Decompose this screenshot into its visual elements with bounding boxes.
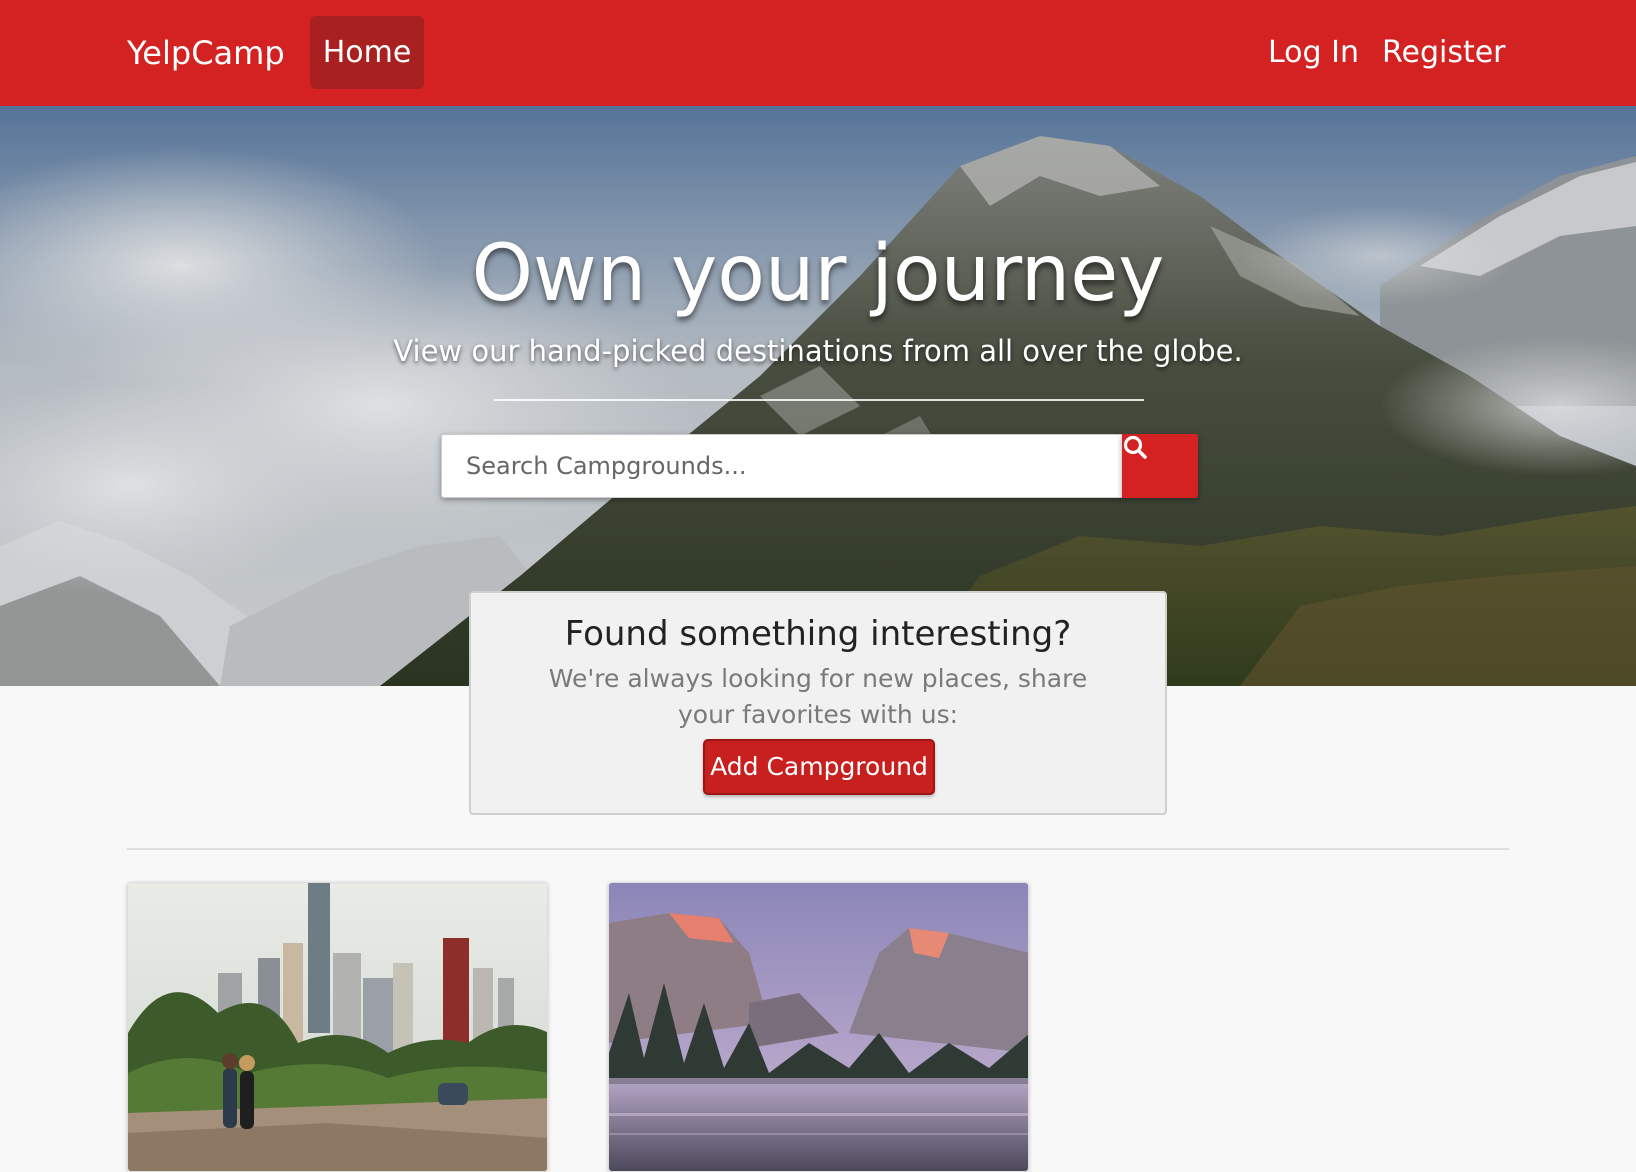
callout-title: Found something interesting? bbox=[564, 614, 1072, 654]
nav-register-link[interactable]: Register bbox=[1382, 32, 1506, 74]
brand-link[interactable]: YelpCamp bbox=[127, 32, 285, 74]
nav-login-link[interactable]: Log In bbox=[1268, 32, 1359, 74]
campground-image-yosemite[interactable] bbox=[609, 883, 1029, 1172]
campground-image-city-park[interactable] bbox=[128, 883, 548, 1172]
search-input[interactable] bbox=[441, 434, 1122, 498]
search-button[interactable] bbox=[1122, 434, 1198, 498]
add-campground-button[interactable]: Add Campground bbox=[703, 739, 935, 795]
campground-card[interactable] bbox=[608, 882, 1029, 1172]
campground-card[interactable] bbox=[127, 882, 548, 1172]
add-campground-callout: Found something interesting? We're alway… bbox=[469, 591, 1167, 815]
section-divider bbox=[127, 848, 1509, 850]
hero-subtitle: View our hand-picked destinations from a… bbox=[393, 334, 1243, 368]
callout-text: We're always looking for new places, sha… bbox=[548, 664, 1088, 729]
nav-home-link[interactable]: Home bbox=[310, 16, 424, 89]
hero-title: Own your journey bbox=[471, 229, 1165, 319]
hero-divider bbox=[494, 399, 1144, 401]
navbar: YelpCamp Home Log In Register bbox=[0, 0, 1636, 106]
